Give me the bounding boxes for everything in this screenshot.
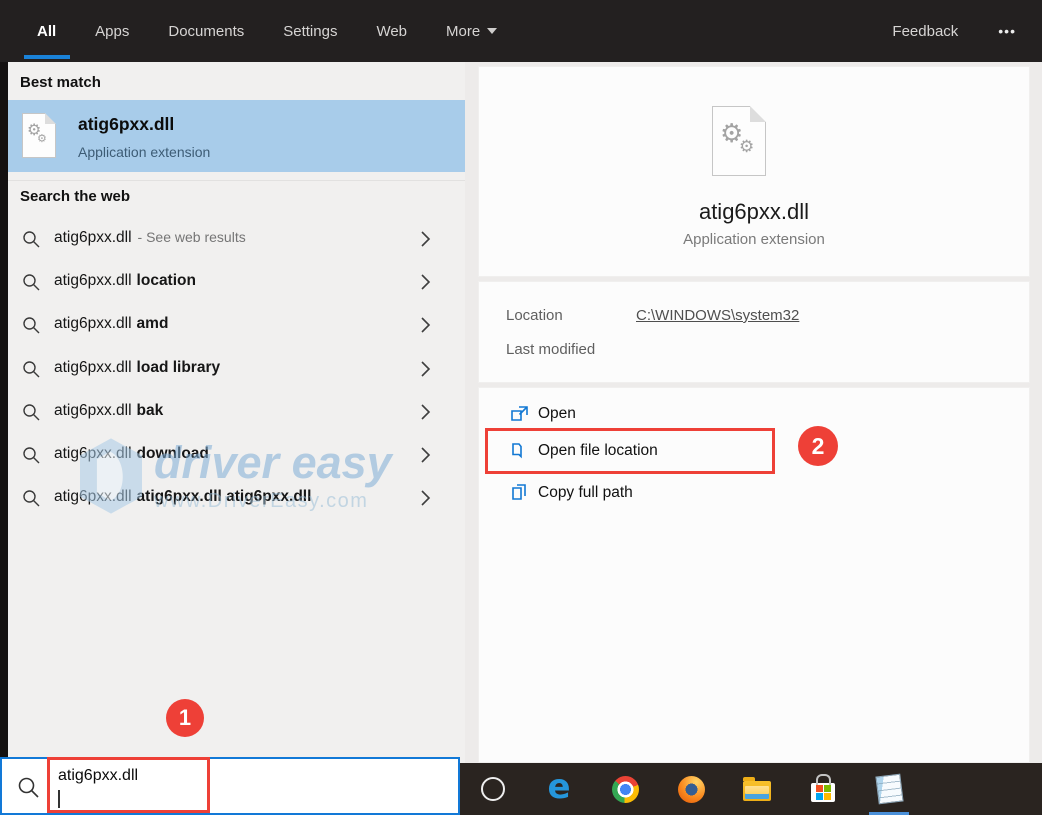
suggestion-bold: amd [136, 315, 169, 332]
suggestion-bold: location [136, 272, 196, 289]
preview-file-title: atig6pxx.dll [698, 199, 810, 224]
search-icon [22, 446, 41, 470]
open-icon [510, 404, 530, 428]
annotation-box-step1 [47, 757, 210, 813]
chevron-down-icon [487, 28, 498, 39]
edge-button[interactable]: e [526, 763, 592, 815]
store-button[interactable] [790, 763, 856, 815]
search-icon [22, 273, 41, 297]
chevron-right-icon [420, 446, 431, 469]
search-icon [22, 360, 41, 384]
notepad-button[interactable] [856, 763, 922, 815]
suggestion-text: atig6pxx.dll [54, 229, 132, 246]
store-icon [811, 774, 835, 802]
search-icon [22, 230, 41, 254]
annotation-box-step2 [485, 428, 775, 474]
web-suggestion-row[interactable]: atig6pxx.dll bak [8, 391, 465, 433]
best-match-header: Best match [20, 74, 101, 91]
chevron-right-icon [420, 273, 431, 296]
last-modified-label: Last modified [506, 341, 596, 358]
filter-tabs: All Apps Documents Settings Web More [0, 19, 499, 44]
search-icon [22, 403, 41, 427]
taskbar: e [460, 763, 1042, 815]
best-match-title: atig6pxx.dll [78, 114, 175, 134]
firefox-icon [677, 775, 705, 803]
suggestion-text: atig6pxx.dll [54, 488, 132, 505]
location-link[interactable]: C:\WINDOWS\system32 [636, 307, 799, 324]
suggestion-text: atig6pxx.dll [54, 402, 132, 419]
file-header-card: ⚙ ⚙ atig6pxx.dll Application extension [478, 66, 1030, 277]
tab-web[interactable]: Web [374, 19, 409, 44]
feedback-button[interactable]: Feedback [890, 19, 960, 44]
dll-file-icon-large: ⚙ ⚙ [712, 106, 766, 176]
preview-file-subtitle: Application extension [683, 231, 825, 248]
gear-icon: ⚙ [37, 132, 47, 145]
tab-more-label: More [446, 22, 481, 40]
open-label: Open [538, 405, 576, 422]
chevron-right-icon [420, 489, 431, 512]
tab-settings[interactable]: Settings [281, 19, 339, 44]
file-explorer-button[interactable] [724, 763, 790, 815]
copy-icon [510, 483, 530, 507]
suggestion-bold: download [136, 445, 209, 462]
search-icon [22, 489, 41, 513]
more-options-icon[interactable]: ••• [998, 23, 1016, 39]
file-explorer-icon [743, 776, 771, 801]
annotation-step1-badge: 1 [166, 699, 204, 737]
copy-full-path-action[interactable]: Copy full path [479, 480, 1029, 514]
divider [8, 180, 465, 181]
preview-panel: ⚙ ⚙ atig6pxx.dll Application extension L… [465, 62, 1042, 763]
chevron-right-icon [420, 360, 431, 383]
tab-documents[interactable]: Documents [166, 19, 246, 44]
suggestion-bold: load library [136, 359, 221, 376]
suggestion-text: atig6pxx.dll [54, 359, 132, 376]
annotation-step2-badge: 2 [798, 426, 838, 466]
copy-full-path-label: Copy full path [538, 484, 633, 501]
search-icon [22, 316, 41, 340]
results-panel: Best match ⚙ ⚙ atig6pxx.dll Application … [0, 62, 465, 757]
search-the-web-header: Search the web [20, 188, 131, 205]
suggestion-text: atig6pxx.dll [54, 272, 132, 289]
screen-left-edge [0, 62, 8, 757]
notepad-icon [874, 773, 904, 805]
file-details-card: Location C:\WINDOWS\system32 Last modifi… [478, 281, 1030, 383]
web-suggestion-row[interactable]: atig6pxx.dll - See web results [8, 218, 465, 260]
best-match-result[interactable]: ⚙ ⚙ atig6pxx.dll Application extension [0, 100, 465, 172]
chevron-right-icon [420, 316, 431, 339]
tab-apps[interactable]: Apps [93, 19, 131, 44]
chevron-right-icon [420, 403, 431, 426]
suggestion-bold: atig6pxx.dll atig6pxx.dll [136, 488, 312, 505]
cortana-icon [481, 777, 505, 801]
gear-icon: ⚙ [739, 137, 755, 157]
active-tab-indicator [24, 55, 70, 59]
suggestion-text: atig6pxx.dll [54, 445, 132, 462]
suggestion-note: - See web results [137, 229, 246, 245]
windows-search-flyout: All Apps Documents Settings Web More Fee… [0, 0, 1042, 815]
firefox-button[interactable] [658, 763, 724, 815]
suggestion-bold: bak [136, 402, 164, 419]
chevron-right-icon [420, 230, 431, 253]
tab-more[interactable]: More [444, 19, 499, 44]
search-icon [17, 776, 41, 805]
chrome-icon [611, 775, 639, 803]
web-suggestion-row[interactable]: atig6pxx.dll amd [8, 304, 465, 346]
best-match-subtitle: Application extension [78, 144, 211, 160]
search-filter-bar: All Apps Documents Settings Web More Fee… [0, 0, 1042, 62]
web-suggestion-row[interactable]: atig6pxx.dll location [8, 261, 465, 303]
web-suggestion-row[interactable]: atig6pxx.dll load library [8, 348, 465, 390]
tab-all[interactable]: All [35, 19, 58, 44]
suggestion-text: atig6pxx.dll [54, 315, 132, 332]
dll-file-icon: ⚙ ⚙ [22, 113, 56, 158]
location-label: Location [506, 307, 563, 324]
cortana-button[interactable] [460, 763, 526, 815]
web-suggestion-row[interactable]: atig6pxx.dll download [8, 434, 465, 476]
chrome-button[interactable] [592, 763, 658, 815]
edge-icon: e [547, 767, 571, 807]
web-suggestion-row[interactable]: atig6pxx.dll atig6pxx.dll atig6pxx.dll [8, 477, 465, 519]
